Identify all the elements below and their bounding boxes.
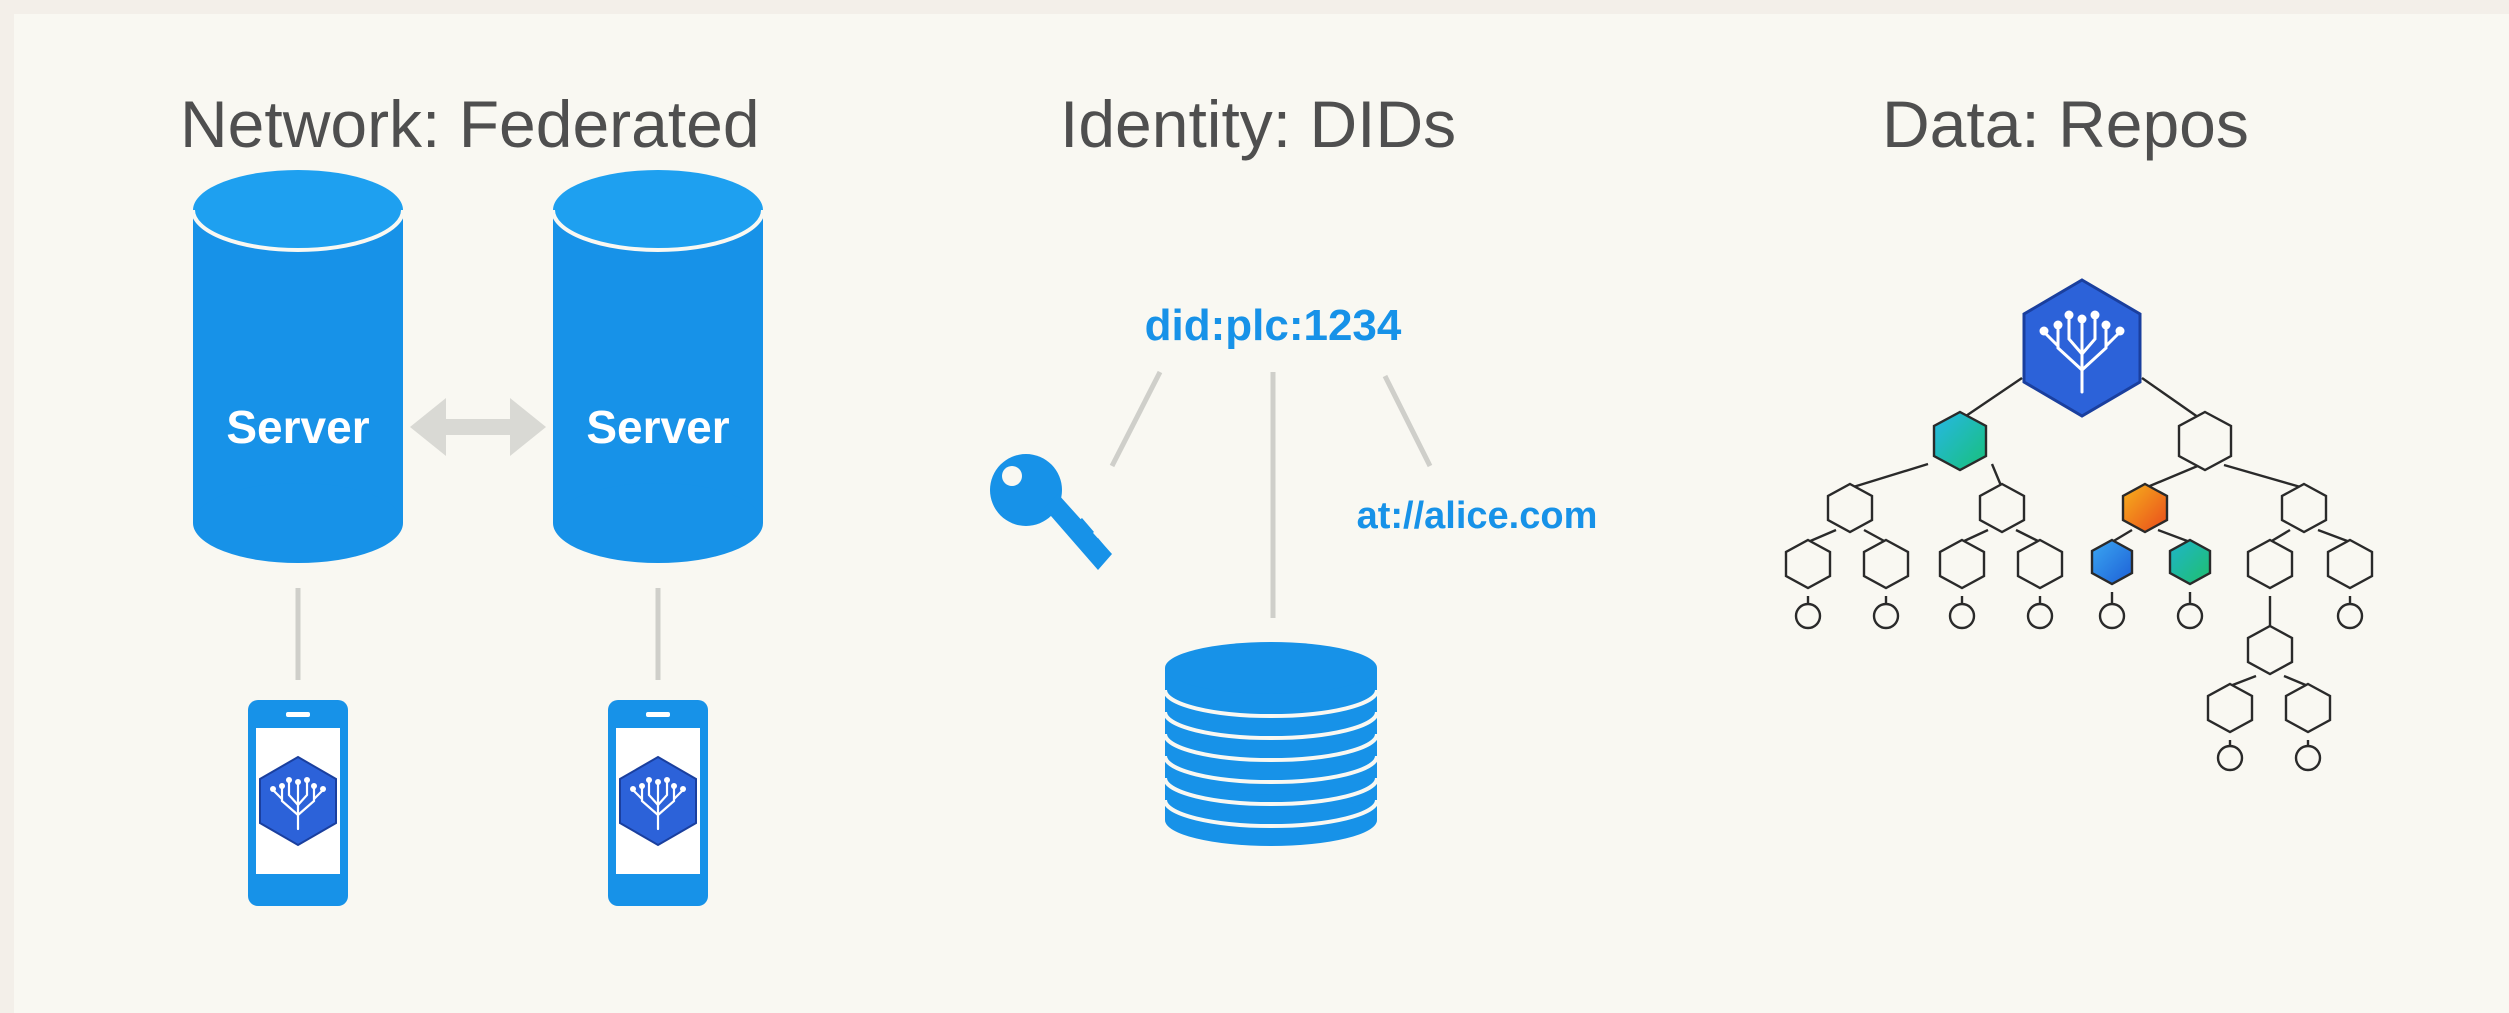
smartphone-icon (608, 700, 708, 906)
database-cylinder-icon (191, 170, 405, 563)
connector-line (1382, 374, 1433, 468)
double-arrow-icon (410, 398, 546, 456)
connector-line (1109, 370, 1163, 468)
server-label: Server (226, 401, 369, 453)
architecture-diagram: Server Server did:plc:1234 at://alice.co… (191, 170, 2374, 906)
handle-label: at://alice.com (1357, 495, 1598, 537)
merkle-tree-icon (1784, 278, 2374, 772)
hexagon-tree-logo-icon (2022, 278, 2142, 418)
smartphone-icon (248, 700, 348, 906)
database-cylinder-icon (551, 170, 765, 563)
server-1: Server (191, 170, 405, 563)
did-label: did:plc:1234 (1145, 301, 1402, 350)
key-icon (990, 454, 1112, 570)
database-stack-icon (1163, 642, 1379, 846)
server-label: Server (586, 401, 729, 453)
server-2: Server (551, 170, 765, 563)
